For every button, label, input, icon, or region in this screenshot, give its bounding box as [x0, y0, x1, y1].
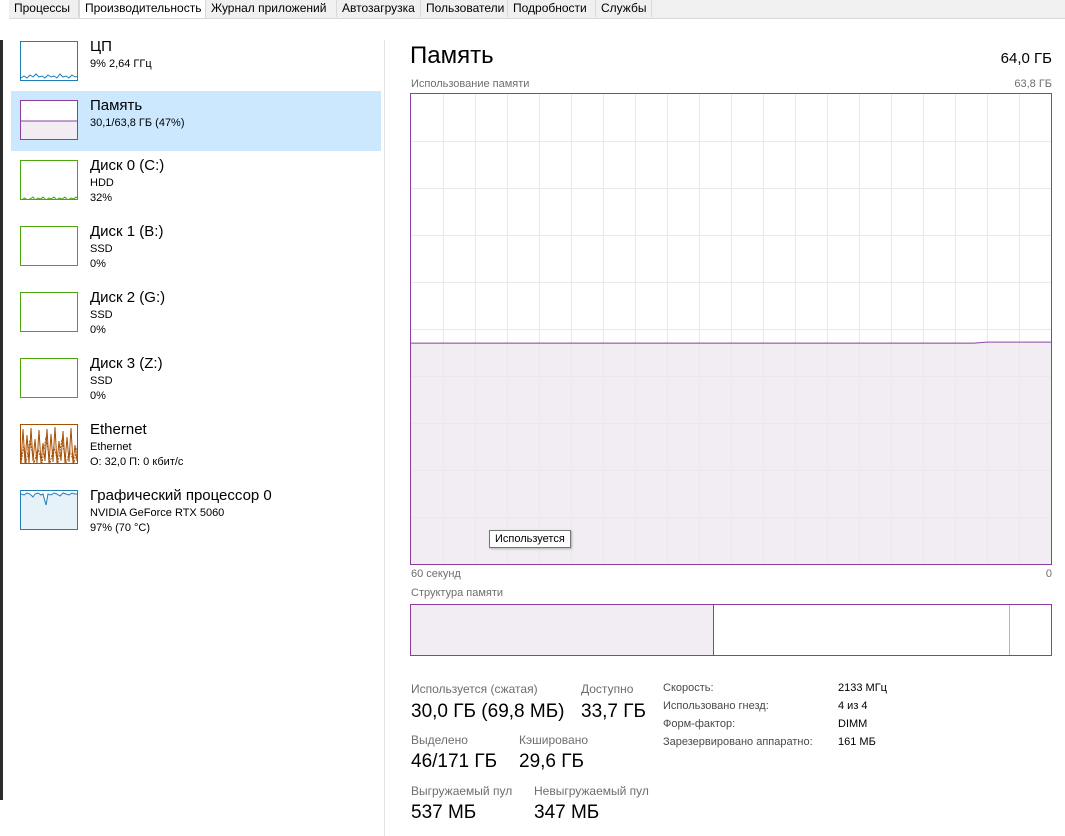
- memory-thumbnail: [20, 100, 78, 140]
- resource-sidebar: ЦП 9% 2,64 ГГц Память 30,1/63,8 ГБ (47%)…: [9, 19, 384, 836]
- paged-pool-label: Выгружаемый пул: [411, 784, 513, 798]
- speed-value: 2133 МГц: [838, 682, 887, 694]
- committed-value: 46/171 ГБ: [411, 751, 498, 772]
- form-factor-value: DIMM: [838, 718, 868, 730]
- nonpaged-pool-label: Невыгружаемый пул: [534, 784, 649, 798]
- sidebar-item-label: Диск 3 (Z:): [90, 355, 163, 372]
- sidebar-item-sub: Ethernet: [90, 441, 132, 453]
- available-label: Доступно: [581, 682, 634, 696]
- sidebar-item-label: ЦП: [90, 38, 112, 55]
- memory-usage-chart: [411, 94, 1051, 564]
- hw-reserved-value: 161 МБ: [838, 736, 876, 748]
- gpu-thumbnail: [20, 490, 78, 530]
- sidebar-item-label: Графический процессор 0: [90, 487, 272, 504]
- slots-value: 4 из 4: [838, 700, 868, 712]
- sidebar-item-cpu[interactable]: ЦП 9% 2,64 ГГц: [11, 32, 381, 92]
- sidebar-item-label: Память: [90, 97, 143, 114]
- left-edge: [0, 0, 9, 836]
- memory-structure-bar: [410, 604, 1052, 656]
- sidebar-item-label: Диск 0 (C:): [90, 157, 165, 174]
- usage-graph-label: Использование памяти: [411, 78, 530, 90]
- sidebar-item-gpu[interactable]: Графический процессор 0 NVIDIA GeForce R…: [11, 481, 381, 541]
- in-use-value: 30,0 ГБ (69,8 МБ): [411, 701, 565, 722]
- cached-value: 29,6 ГБ: [519, 751, 585, 772]
- sidebar-item-sub: NVIDIA GeForce RTX 5060: [90, 507, 225, 519]
- structure-in-use[interactable]: [411, 605, 714, 655]
- hw-reserved-label: Зарезервировано аппаратно:: [663, 736, 813, 748]
- in-use-label: Используется (сжатая): [411, 682, 538, 696]
- sidebar-item-memory[interactable]: Память 30,1/63,8 ГБ (47%): [11, 91, 381, 151]
- structure-label: Структура памяти: [411, 587, 504, 599]
- available-value: 33,7 ГБ: [581, 701, 647, 722]
- total-memory: 64,0 ГБ: [1000, 50, 1052, 67]
- sidebar-item-sub: SSD: [90, 375, 113, 387]
- sidebar-item-sub2: 0%: [90, 258, 106, 270]
- nonpaged-pool-value: 347 МБ: [534, 802, 600, 823]
- tab-users[interactable]: Пользователи: [421, 0, 508, 17]
- sidebar-item-ethernet[interactable]: Ethernet Ethernet О: 32,0 П: 0 кбит/с: [11, 415, 381, 475]
- window-shadow: [0, 40, 3, 800]
- sidebar-item-sub: HDD: [90, 177, 114, 189]
- tab-services[interactable]: Службы: [596, 0, 652, 17]
- disk1-thumbnail: [20, 226, 78, 266]
- sidebar-item-disk3[interactable]: Диск 3 (Z:) SSD 0%: [11, 349, 381, 409]
- committed-label: Выделено: [411, 733, 468, 747]
- tab-bar: Процессы Производительность Журнал прило…: [9, 0, 1065, 19]
- sidebar-item-disk0[interactable]: Диск 0 (C:) HDD 32%: [11, 151, 381, 211]
- sidebar-item-sub2: 0%: [90, 390, 106, 402]
- slots-label: Использовано гнезд:: [663, 700, 769, 712]
- sidebar-item-sub: SSD: [90, 309, 113, 321]
- sidebar-item-label: Ethernet: [90, 421, 147, 438]
- sidebar-item-label: Диск 2 (G:): [90, 289, 166, 306]
- disk3-thumbnail: [20, 358, 78, 398]
- time-axis-right: 0: [1045, 568, 1052, 580]
- sidebar-item-sub: SSD: [90, 243, 113, 255]
- memory-usage-graph: [410, 93, 1052, 565]
- usage-graph-max: 63,8 ГБ: [1014, 78, 1052, 90]
- graph-tooltip: Используется: [489, 530, 571, 548]
- page-title: Память: [410, 42, 494, 69]
- structure-standby[interactable]: [714, 605, 1010, 655]
- sidebar-item-sub: 30,1/63,8 ГБ (47%): [90, 117, 185, 129]
- speed-label: Скорость:: [663, 682, 714, 694]
- sidebar-item-sub: 9% 2,64 ГГц: [90, 58, 152, 70]
- structure-free[interactable]: [1010, 605, 1051, 655]
- sidebar-item-sub2: О: 32,0 П: 0 кбит/с: [90, 456, 184, 468]
- sidebar-item-sub2: 0%: [90, 324, 106, 336]
- form-factor-label: Форм-фактор:: [663, 718, 736, 730]
- cached-label: Кэшировано: [519, 733, 589, 747]
- disk0-thumbnail: [20, 160, 78, 200]
- sidebar-item-disk2[interactable]: Диск 2 (G:) SSD 0%: [11, 283, 381, 343]
- time-axis-left: 60 секунд: [411, 568, 461, 580]
- disk2-thumbnail: [20, 292, 78, 332]
- tab-startup[interactable]: Автозагрузка: [337, 0, 421, 17]
- ethernet-thumbnail: [20, 424, 78, 464]
- cpu-thumbnail: [20, 41, 78, 81]
- paged-pool-value: 537 МБ: [411, 802, 477, 823]
- tab-app-history[interactable]: Журнал приложений: [206, 0, 337, 17]
- sidebar-item-disk1[interactable]: Диск 1 (B:) SSD 0%: [11, 217, 381, 277]
- sidebar-item-sub2: 97% (70 °C): [90, 522, 151, 534]
- tab-processes[interactable]: Процессы: [9, 0, 79, 17]
- pane-divider[interactable]: [384, 40, 385, 836]
- tab-performance[interactable]: Производительность: [79, 0, 206, 18]
- tab-details[interactable]: Подробности: [508, 0, 596, 17]
- sidebar-item-sub2: 32%: [90, 192, 113, 204]
- sidebar-item-label: Диск 1 (B:): [90, 223, 164, 240]
